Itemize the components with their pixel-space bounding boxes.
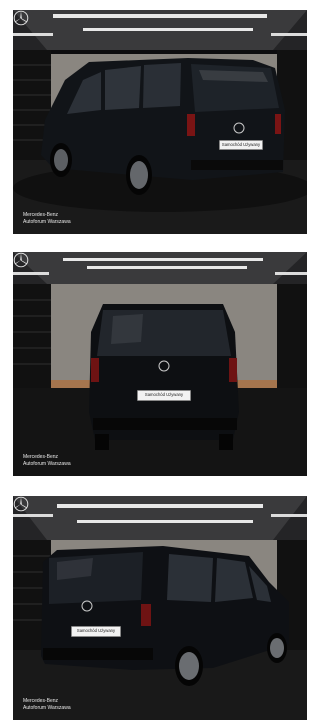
dealer-name: Autoforum Warszawa xyxy=(23,219,71,225)
dealer-brand: Mercedes-Benz xyxy=(23,698,59,704)
dealer-label: Mercedes-Benz Autoforum Warszawa xyxy=(23,212,71,226)
car-photo-3[interactable]: Samochód Używany Mercedes-Benz Autoforum… xyxy=(13,496,307,720)
car-photo-1-scene xyxy=(13,10,307,234)
license-plate: Samochód Używany xyxy=(137,390,191,401)
mercedes-star-icon xyxy=(13,252,29,268)
mercedes-star-icon xyxy=(13,10,29,26)
license-plate: Samochód Używany xyxy=(219,140,263,150)
dealer-name: Autoforum Warszawa xyxy=(23,461,71,467)
car-photo-1[interactable]: Samochód Używany Mercedes-Benz Autoforum… xyxy=(13,10,307,234)
dealer-label: Mercedes-Benz Autoforum Warszawa xyxy=(23,698,71,712)
mercedes-star-icon xyxy=(13,496,29,512)
dealer-label: Mercedes-Benz Autoforum Warszawa xyxy=(23,454,71,468)
dealer-name: Autoforum Warszawa xyxy=(23,705,71,711)
dealer-brand: Mercedes-Benz xyxy=(23,212,59,218)
car-photo-2[interactable]: Samochód Używany Mercedes-Benz Autoforum… xyxy=(13,252,307,476)
license-plate: Samochód Używany xyxy=(71,626,121,637)
car-photo-2-scene xyxy=(13,252,307,476)
dealer-brand: Mercedes-Benz xyxy=(23,454,59,460)
car-photo-3-scene xyxy=(13,496,307,720)
